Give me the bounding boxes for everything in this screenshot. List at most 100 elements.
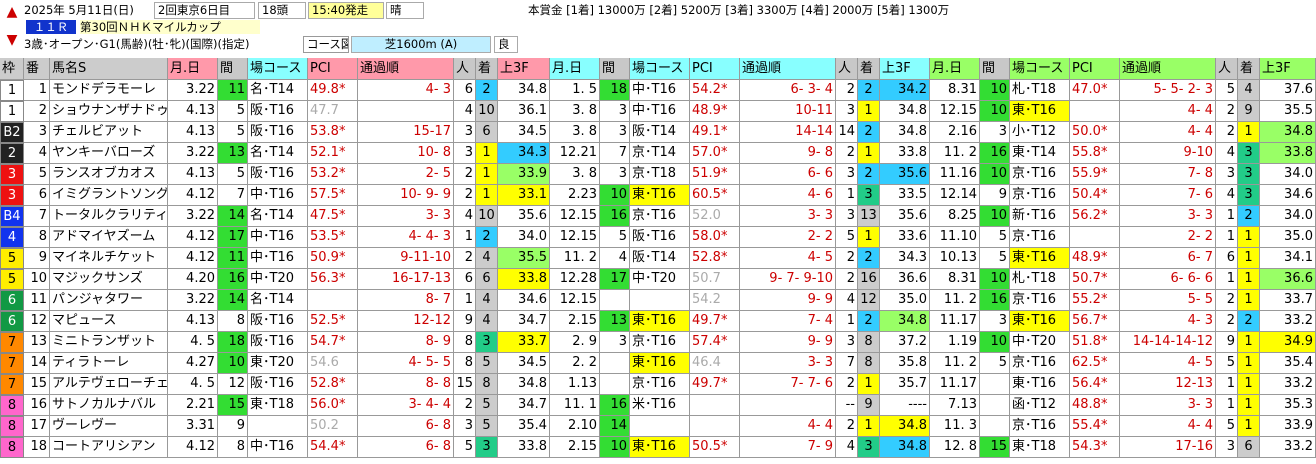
race-finish: 1 [1238,416,1260,437]
race-gap: 7 [600,143,630,164]
horse-name: ミニトランザット [50,332,168,353]
race-gap: 3 [600,164,630,185]
race-gap: 9 [218,416,248,437]
race-course: 京･T16 [630,374,690,395]
horse-number: 8 [24,227,50,248]
race-gap: 15 [218,395,248,416]
race-passing: 10-11 [740,101,836,122]
race-last3f: 34.0 [1260,164,1316,185]
race-course: 京･T16 [1010,353,1070,374]
race-gap: 4 [600,248,630,269]
race-popularity: 4 [454,206,476,227]
race-popularity: 1 [1216,227,1238,248]
race-last3f: 33.8 [1260,143,1316,164]
race-course: 函･T12 [1010,395,1070,416]
race-popularity: 4 [836,290,858,311]
race-course: 中･T16 [248,248,308,269]
race-course: 京･T16 [630,332,690,353]
race-last3f: 33.6 [880,227,930,248]
race-popularity: 2 [1216,311,1238,332]
race-gap: 14 [218,290,248,311]
race-gap: 18 [218,332,248,353]
race-finish: 1 [476,185,498,206]
race-course: 東･T16 [1010,311,1070,332]
race-gap: 8 [218,437,248,458]
race-passing: 2- 2 [1120,227,1216,248]
race-finish: 4 [476,311,498,332]
race-course: 東･T20 [248,353,308,374]
race-date: 4.13 [168,101,218,122]
race-gap: 11 [218,248,248,269]
horse-name: モンドデラモーレ [50,80,168,101]
horse-number: 7 [24,206,50,227]
race-gap: 14 [218,206,248,227]
race-date: 4.20 [168,269,218,290]
race-gap: 10 [600,437,630,458]
race-passing: 3- 3 [1120,395,1216,416]
race-finish: 5 [476,416,498,437]
waku-badge: 4 [0,227,24,248]
race-date: 4. 5 [168,374,218,395]
race-last3f: 35.8 [880,353,930,374]
race-pci: 56.7* [1070,311,1120,332]
race-last3f: 35.3 [1260,395,1316,416]
race-popularity: 9 [1216,332,1238,353]
race-finish: 1 [1238,290,1260,311]
race-last3f: 35.0 [880,290,930,311]
race-last3f: 34.1 [1260,248,1316,269]
race-finish: 1 [1238,122,1260,143]
race-last3f: 35.4 [498,416,550,437]
race-popularity: 1 [836,185,858,206]
next-race-icon[interactable]: ▼ [3,30,21,50]
waku-badge: 8 [0,416,24,437]
race-passing: 3- 3 [740,206,836,227]
race-popularity: 2 [454,395,476,416]
race-date: 2025年 5月11日(日) [24,3,134,17]
race-finish: 13 [858,206,880,227]
race-passing: 9- 7- 9-10 [740,269,836,290]
race-popularity: 2 [836,374,858,395]
race-popularity: 1 [836,311,858,332]
prize-money: 本賞金 [1着] 13000万 [2着] 5200万 [3着] 3300万 [4… [528,3,950,17]
race-last3f: 33.8 [880,143,930,164]
prev-race-icon[interactable]: ▲ [3,2,21,22]
race-passing: 6- 7 [1120,248,1216,269]
race-passing: 4- 3 [1120,311,1216,332]
race-date: 4. 5 [168,332,218,353]
race-date: 12. 8 [930,437,980,458]
race-date: 2.21 [168,395,218,416]
race-pci: 55.9* [1070,164,1120,185]
race-pci: 52.5* [308,311,358,332]
race-gap: 5 [600,227,630,248]
race-popularity: 1 [454,227,476,248]
horse-number: 2 [24,101,50,122]
race-gap: 16 [980,143,1010,164]
race-pci: 62.5* [1070,353,1120,374]
race-pci: 55.2* [1070,290,1120,311]
race-conditions: 3歳･オープン･G1(馬齢)(牡･牝)(国際)(指定) [24,37,250,51]
race-pci: 50.9* [308,248,358,269]
race-finish: 1 [858,374,880,395]
race-course: 名･T14 [248,206,308,227]
race-gap: 5 [980,353,1010,374]
race-gap [600,374,630,395]
race-course: 東･T16 [630,437,690,458]
race-pci: 56.0* [308,395,358,416]
race-date: 3.22 [168,143,218,164]
waku-badge: 8 [0,437,24,458]
race-last3f: 35.5 [498,248,550,269]
race-course: 京･T16 [1010,290,1070,311]
past-performance-table: 枠番馬名S 月.日間場コース PCI 通過順人着上3F 月.日間場コース PCI 通過順人着… [0,58,1316,464]
course-map-button[interactable]: コース図 [303,36,349,53]
race-pci [1070,227,1120,248]
race-number: １１Ｒ [26,20,76,34]
race-pci: 53.5* [308,227,358,248]
race-date: 11. 1 [550,395,600,416]
race-passing: 5- 5 [1120,290,1216,311]
race-course: 中･T20 [248,269,308,290]
race-finish: 8 [858,353,880,374]
race-date: 2. 9 [550,332,600,353]
race-finish: 1 [1238,374,1260,395]
race-passing: 3- 4- 4 [358,395,454,416]
waku-badge: 7 [0,374,24,395]
